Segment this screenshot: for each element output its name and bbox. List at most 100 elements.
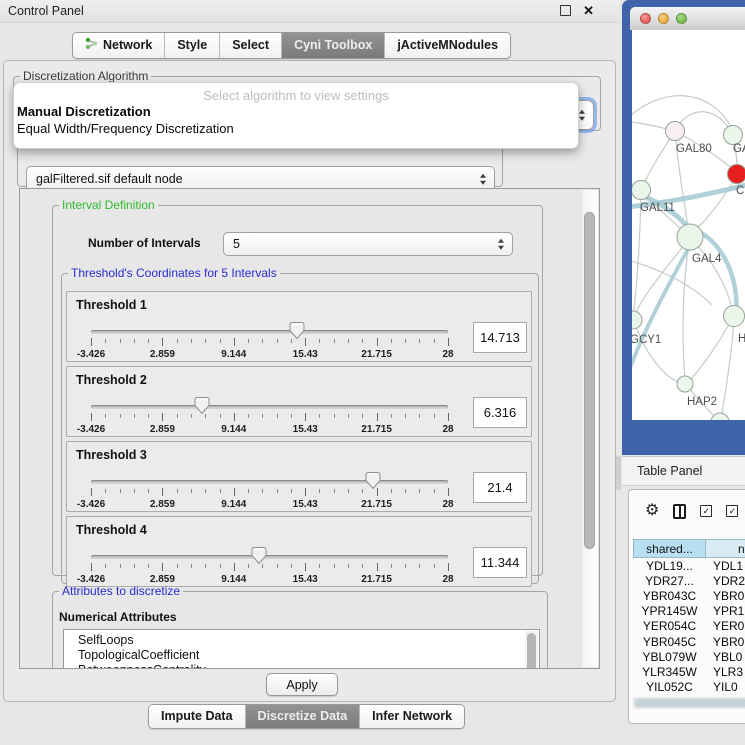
settings-scrollbar[interactable]	[582, 190, 598, 667]
table-panel-card: ⚙ ✓ ✓ shared... na YDL19...YDL1YDR27...Y…	[628, 489, 745, 724]
table-hscrollbar[interactable]	[633, 697, 745, 709]
network-node[interactable]	[677, 224, 703, 250]
threshold-panel: Threshold 2 -3.4262.8599.14415.4321.7152…	[66, 366, 532, 437]
thresholds-group: Threshold's Coordinates for 5 Intervals …	[61, 266, 539, 584]
threshold-value-field[interactable]: 14.713	[473, 322, 527, 353]
network-edge[interactable]	[688, 319, 732, 382]
network-edge[interactable]	[634, 240, 688, 317]
table-row[interactable]: YPR145WYPR1	[633, 604, 745, 619]
tab-select[interactable]: Select	[219, 33, 281, 58]
cyni-toolbox-panel: Discretization Algorithm Table Data galF…	[3, 60, 616, 702]
slider-ticks	[91, 488, 448, 498]
checkbox-icon[interactable]: ✓	[700, 505, 712, 517]
network-node[interactable]	[724, 306, 745, 327]
top-tab-bar: Network Style Select Cyni Toolbox jActiv…	[72, 32, 511, 59]
network-edge[interactable]	[683, 241, 689, 381]
network-edge[interactable]	[693, 177, 736, 233]
network-icon	[85, 37, 98, 50]
attribute-item[interactable]: BetweennessCentrality	[64, 663, 539, 669]
slider-handle[interactable]	[290, 322, 305, 339]
slider-track[interactable]	[91, 480, 448, 484]
num-intervals-combobox[interactable]: 5	[223, 232, 513, 256]
network-node-label: GAL11	[640, 202, 675, 214]
tab-style[interactable]: Style	[164, 33, 219, 58]
network-node[interactable]	[711, 413, 729, 420]
threshold-value-field[interactable]: 6.316	[473, 397, 527, 428]
interval-definition-title: Interval Definition	[59, 198, 158, 212]
table-row[interactable]: YDL19...YDL1	[633, 558, 745, 573]
popup-item[interactable]: Equal Width/Frequency Discretization	[14, 120, 578, 137]
threshold-panel: Threshold 3 -3.4262.8599.14415.4321.7152…	[66, 441, 532, 512]
table-row[interactable]: YDR27...YDR2	[633, 573, 745, 588]
network-node[interactable]	[724, 126, 743, 145]
attributes-scrollbar[interactable]	[525, 631, 538, 669]
apply-button[interactable]: Apply	[266, 673, 338, 696]
table-panel-title: Table Panel	[637, 464, 702, 478]
panel-title: Control Panel	[8, 4, 84, 18]
slider-tick-labels: -3.4262.8599.14415.4321.71528	[91, 349, 448, 361]
popup-placeholder: Select algorithm to view settings	[14, 88, 578, 103]
slider-track[interactable]	[91, 555, 448, 559]
table-row[interactable]: YBR043CYBR0	[633, 588, 745, 603]
close-traffic-light-icon[interactable]	[640, 13, 651, 24]
network-canvas[interactable]: GAL80GACGAL11GAL4GCY1HHAP2	[632, 30, 745, 420]
tab-infer-network[interactable]: Infer Network	[359, 705, 464, 728]
attributes-list[interactable]: SelfLoopsTopologicalCoefficientBetweenne…	[63, 629, 540, 669]
network-node-label: GAL4	[692, 253, 722, 265]
attribute-item[interactable]: TopologicalCoefficient	[64, 648, 539, 663]
num-intervals-value: 5	[233, 237, 240, 251]
popup-item[interactable]: Manual Discretization	[14, 103, 578, 120]
close-icon[interactable]: ✕	[583, 4, 594, 17]
network-edge[interactable]	[692, 240, 733, 313]
table-row[interactable]: YIL052CYIL0	[633, 680, 745, 695]
attribute-item[interactable]: SelfLoops	[64, 633, 539, 648]
maximize-traffic-light-icon[interactable]	[676, 13, 687, 24]
network-view-titlebar[interactable]	[630, 7, 745, 30]
column-header-shared[interactable]: shared...	[633, 539, 706, 558]
tab-jactivemnodules[interactable]: jActiveMNodules	[384, 33, 510, 58]
table-header-row: shared... na	[633, 539, 745, 558]
table-row[interactable]: YER054CYER0	[633, 619, 745, 634]
table-data-selected: galFiltered.sif default node	[36, 172, 183, 186]
threshold-label: Threshold 4	[76, 523, 147, 537]
network-node[interactable]	[728, 165, 745, 184]
table-panel-titlebar: Table Panel	[622, 456, 745, 486]
table-row[interactable]: YBR045CYBR0	[633, 634, 745, 649]
network-edge[interactable]	[634, 322, 682, 383]
slider-handle[interactable]	[366, 472, 381, 489]
control-panel-titlebar: Control Panel ✕	[0, 0, 620, 23]
tab-cyni-toolbox[interactable]: Cyni Toolbox	[281, 33, 384, 58]
tab-network[interactable]: Network	[73, 33, 164, 58]
network-node-label: C	[736, 185, 744, 197]
threshold-value-field[interactable]: 21.4	[473, 472, 527, 503]
threshold-label: Threshold 3	[76, 448, 147, 462]
tab-impute-data[interactable]: Impute Data	[149, 705, 245, 728]
threshold-panel: Threshold 1 -3.4262.8599.14415.4321.7152…	[66, 291, 532, 362]
slider-handle[interactable]	[251, 547, 266, 564]
network-node[interactable]	[632, 311, 642, 329]
float-window-icon[interactable]	[560, 5, 571, 16]
network-view-window: GAL80GACGAL11GAL4GCY1HHAP2	[622, 0, 745, 455]
checkbox-icon[interactable]: ✓	[726, 505, 738, 517]
network-node-label: GA	[733, 143, 745, 155]
gear-icon[interactable]: ⚙	[645, 503, 659, 519]
network-node[interactable]	[632, 181, 651, 200]
minimize-traffic-light-icon[interactable]	[658, 13, 669, 24]
split-divider-handle[interactable]	[616, 456, 621, 490]
columns-icon[interactable]	[673, 504, 686, 519]
table-row[interactable]: YBL079WYBL0	[633, 649, 745, 664]
network-node[interactable]	[677, 376, 693, 392]
network-node[interactable]	[666, 122, 685, 141]
tab-discretize-data[interactable]: Discretize Data	[245, 705, 360, 728]
table-row[interactable]: YLR345WYLR3	[633, 664, 745, 679]
network-node-label: GCY1	[632, 334, 661, 346]
attributes-group: Attributes to discretize Numerical Attri…	[52, 584, 548, 669]
slider-track[interactable]	[91, 330, 448, 334]
threshold-panel: Threshold 4 -3.4262.8599.14415.4321.7152…	[66, 516, 532, 587]
threshold-value-field[interactable]: 11.344	[473, 547, 527, 578]
network-node-label: GAL80	[676, 143, 712, 155]
slider-track[interactable]	[91, 405, 448, 409]
slider-handle[interactable]	[194, 397, 209, 414]
column-header-name[interactable]: na	[706, 539, 745, 558]
combo-stepper-icon	[498, 239, 504, 250]
